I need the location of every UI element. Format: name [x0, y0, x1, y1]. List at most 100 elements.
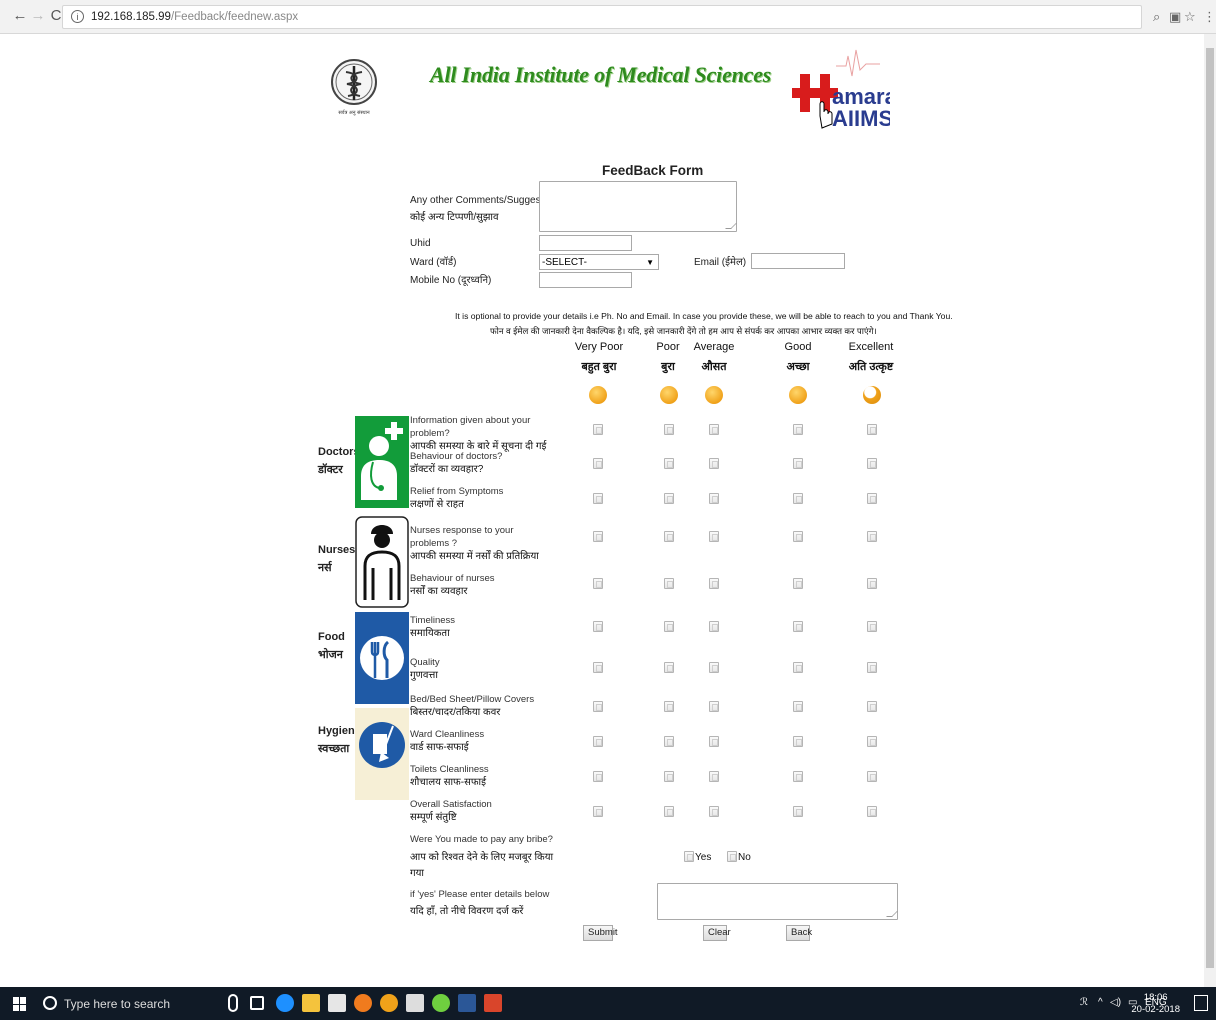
- checkbox-quality-excellent[interactable]: [867, 662, 877, 673]
- uhid-input[interactable]: [539, 235, 632, 251]
- checkbox-nurses-response-very-poor[interactable]: [593, 531, 603, 542]
- windows-start-icon[interactable]: [13, 997, 27, 1011]
- checkbox-bed-sheets-good[interactable]: [793, 701, 803, 712]
- checkbox-quality-good[interactable]: [793, 662, 803, 673]
- chrome-icon[interactable]: [380, 994, 398, 1012]
- checkbox-timeliness-excellent[interactable]: [867, 621, 877, 632]
- checkbox-information-good[interactable]: [793, 424, 803, 435]
- taskbar-clock[interactable]: 18:06 20-02-2018: [1131, 992, 1180, 1016]
- checkbox-toilets-cleanliness-very-poor[interactable]: [593, 771, 603, 782]
- checkbox-toilets-cleanliness-excellent[interactable]: [867, 771, 877, 782]
- checkbox-behaviour-nurses-good[interactable]: [793, 578, 803, 589]
- bribe-details-textarea[interactable]: [657, 883, 898, 920]
- scrollbar-thumb[interactable]: [1206, 48, 1214, 968]
- taskbar-search[interactable]: Type here to search: [40, 991, 216, 1016]
- checkbox-bed-sheets-very-poor[interactable]: [593, 701, 603, 712]
- submit-button[interactable]: Submit: [583, 925, 618, 941]
- tray-chevron-icon[interactable]: ^: [1098, 997, 1103, 1008]
- info-icon[interactable]: i: [71, 10, 84, 23]
- checkbox-toilets-cleanliness-average[interactable]: [709, 771, 719, 782]
- microphone-icon[interactable]: [228, 994, 238, 1012]
- checkbox-bed-sheets-excellent[interactable]: [867, 701, 877, 712]
- checkbox-ward-cleanliness-very-poor[interactable]: [593, 736, 603, 747]
- checkbox-behaviour-doctors-very-poor[interactable]: [593, 458, 603, 469]
- checkbox-overall-satisfaction-excellent[interactable]: [867, 806, 877, 817]
- address-bar[interactable]: i 192.168.185.99/Feedback/feednew.aspx: [62, 5, 1142, 29]
- checkbox-ward-cleanliness-average[interactable]: [709, 736, 719, 747]
- checkbox-toilets-cleanliness-poor[interactable]: [664, 771, 674, 782]
- checkbox-bed-sheets-average[interactable]: [709, 701, 719, 712]
- ward-select[interactable]: -SELECT- ▼: [539, 254, 659, 270]
- powerpoint-icon[interactable]: [484, 994, 502, 1012]
- checkbox-behaviour-nurses-average[interactable]: [709, 578, 719, 589]
- checkbox-timeliness-average[interactable]: [709, 621, 719, 632]
- forward-arrow-icon[interactable]: →: [30, 8, 46, 24]
- checkbox-overall-satisfaction-good[interactable]: [793, 806, 803, 817]
- firefox-icon[interactable]: [354, 994, 372, 1012]
- checkbox-behaviour-nurses-excellent[interactable]: [867, 578, 877, 589]
- people-icon[interactable]: ℛ: [1080, 997, 1088, 1008]
- checkbox-quality-average[interactable]: [709, 662, 719, 673]
- notifications-icon[interactable]: [1194, 995, 1208, 1011]
- checkbox-relief-symptoms-good[interactable]: [793, 493, 803, 504]
- checkbox-information-average[interactable]: [709, 424, 719, 435]
- back-button[interactable]: Back: [786, 925, 812, 941]
- file-explorer-icon[interactable]: [302, 994, 320, 1012]
- task-view-icon[interactable]: [250, 996, 264, 1010]
- checkbox-ward-cleanliness-excellent[interactable]: [867, 736, 877, 747]
- back-arrow-icon[interactable]: ←: [12, 8, 28, 24]
- app-icon[interactable]: [432, 994, 450, 1012]
- checkbox-ward-cleanliness-good[interactable]: [793, 736, 803, 747]
- checkbox-overall-satisfaction-average[interactable]: [709, 806, 719, 817]
- checkbox-information-excellent[interactable]: [867, 424, 877, 435]
- email-input[interactable]: [751, 253, 845, 269]
- question-behaviour-doctors: Behaviour of doctors? डॉक्टरों का व्यवहार…: [410, 451, 503, 475]
- checkbox-behaviour-doctors-excellent[interactable]: [867, 458, 877, 469]
- store-icon[interactable]: [328, 994, 346, 1012]
- checkbox-information-poor[interactable]: [664, 424, 674, 435]
- clear-button[interactable]: Clear: [703, 925, 731, 941]
- checkbox-behaviour-doctors-good[interactable]: [793, 458, 803, 469]
- bookmark-star-icon[interactable]: ☆: [1184, 9, 1196, 25]
- checkbox-nurses-response-good[interactable]: [793, 531, 803, 542]
- mail-icon[interactable]: [406, 994, 424, 1012]
- checkbox-behaviour-nurses-poor[interactable]: [664, 578, 674, 589]
- checkbox-quality-poor[interactable]: [664, 662, 674, 673]
- mobile-label: Mobile No (दूरध्वनि): [410, 275, 492, 286]
- edge-browser-icon[interactable]: [276, 994, 294, 1012]
- translate-icon[interactable]: ▣: [1169, 9, 1181, 25]
- mobile-input[interactable]: [539, 272, 632, 288]
- checkbox-toilets-cleanliness-good[interactable]: [793, 771, 803, 782]
- checkbox-ward-cleanliness-poor[interactable]: [664, 736, 674, 747]
- checkbox-timeliness-good[interactable]: [793, 621, 803, 632]
- rating-average: Average औसत: [693, 341, 735, 373]
- menu-dots-icon[interactable]: ⋮: [1203, 9, 1216, 25]
- form-title: FeedBack Form: [602, 163, 704, 178]
- checkbox-nurses-response-excellent[interactable]: [867, 531, 877, 542]
- checkbox-timeliness-poor[interactable]: [664, 621, 674, 632]
- zoom-icon[interactable]: ⌕: [1153, 9, 1160, 25]
- checkbox-bed-sheets-poor[interactable]: [664, 701, 674, 712]
- checkbox-relief-symptoms-poor[interactable]: [664, 493, 674, 504]
- checkbox-relief-symptoms-average[interactable]: [709, 493, 719, 504]
- vertical-scrollbar[interactable]: [1204, 34, 1216, 987]
- checkbox-relief-symptoms-excellent[interactable]: [867, 493, 877, 504]
- volume-icon[interactable]: ◁): [1110, 997, 1121, 1008]
- checkbox-nurses-response-poor[interactable]: [664, 531, 674, 542]
- checkbox-information-very-poor[interactable]: [593, 424, 603, 435]
- checkbox-quality-very-poor[interactable]: [593, 662, 603, 673]
- checkbox-overall-satisfaction-poor[interactable]: [664, 806, 674, 817]
- bribe-yes-checkbox[interactable]: [684, 851, 694, 862]
- word-icon[interactable]: [458, 994, 476, 1012]
- checkbox-behaviour-nurses-very-poor[interactable]: [593, 578, 603, 589]
- checkbox-overall-satisfaction-very-poor[interactable]: [593, 806, 603, 817]
- checkbox-behaviour-doctors-average[interactable]: [709, 458, 719, 469]
- comments-textarea[interactable]: [539, 181, 737, 232]
- bribe-no-checkbox[interactable]: [727, 851, 737, 862]
- resize-grip-icon[interactable]: [886, 911, 898, 917]
- checkbox-nurses-response-average[interactable]: [709, 531, 719, 542]
- checkbox-behaviour-doctors-poor[interactable]: [664, 458, 674, 469]
- checkbox-relief-symptoms-very-poor[interactable]: [593, 493, 603, 504]
- resize-grip-icon[interactable]: [725, 223, 737, 229]
- checkbox-timeliness-very-poor[interactable]: [593, 621, 603, 632]
